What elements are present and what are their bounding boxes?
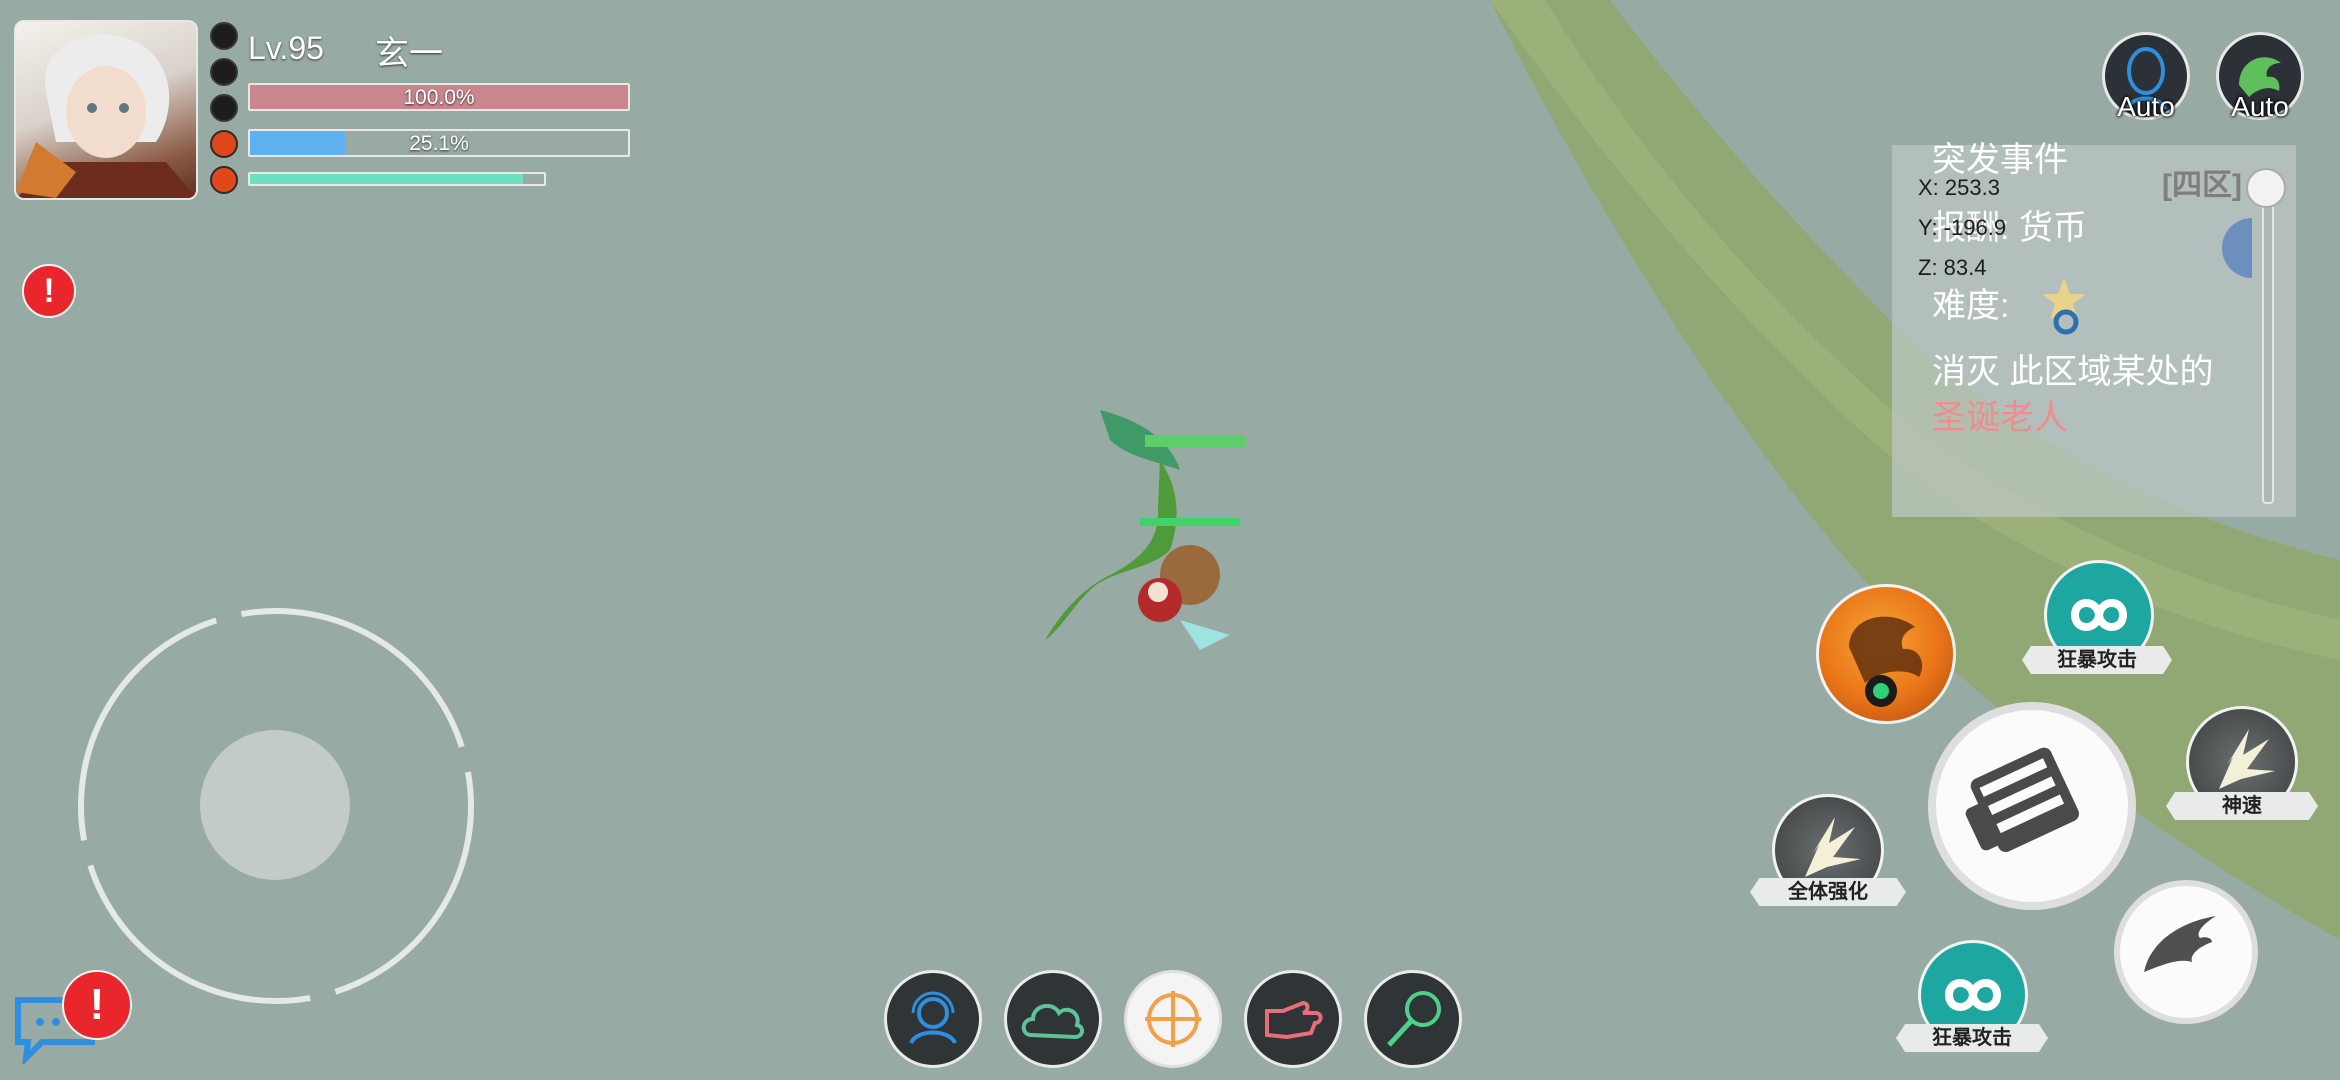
- gesture-button[interactable]: [1244, 970, 1342, 1068]
- chat-alert-icon: !: [62, 970, 132, 1040]
- event-zone: [四区]: [2162, 169, 2242, 202]
- coord-x: X: 253.3: [1918, 175, 2000, 200]
- quest-alert-icon[interactable]: !: [22, 264, 76, 318]
- player-level: Lv.95: [248, 30, 324, 66]
- support-icon: [909, 991, 957, 1045]
- hp-bar-text: 100.0%: [403, 86, 475, 109]
- event-scrollbar[interactable]: [2262, 170, 2274, 504]
- player-name: 玄一: [375, 35, 443, 73]
- event-scroll-handle[interactable]: [2246, 168, 2286, 208]
- coordinates-readout: X: 253.3 Y: -196.9 Z: 83.4: [1918, 168, 2006, 288]
- difficulty-star-icon: [2042, 278, 2086, 335]
- target-button[interactable]: [1124, 970, 1222, 1068]
- wing-icon: [2144, 916, 2216, 972]
- auto-move-label: Auto: [2117, 91, 2175, 122]
- skill-tiger-button[interactable]: [1816, 584, 1956, 724]
- auto-move-button[interactable]: Auto: [2102, 32, 2190, 122]
- auto-battle-label: Auto: [2231, 91, 2289, 122]
- mp-bar: 25.1%: [248, 129, 630, 157]
- skill-berserk-label-1: 狂暴攻击: [2022, 646, 2172, 674]
- status-slot-1: [210, 22, 238, 50]
- fist-icon: [1965, 747, 2079, 853]
- coord-z: Z: 83.4: [1918, 255, 1987, 280]
- net-icon: [1387, 991, 1441, 1047]
- event-target: 圣诞老人: [1932, 399, 2068, 437]
- player-portrait[interactable]: [14, 20, 198, 200]
- mp-bar-text: 25.1%: [409, 132, 469, 155]
- support-button[interactable]: [884, 970, 982, 1068]
- auto-battle-button[interactable]: Auto: [2216, 32, 2304, 122]
- status-slot-3: [210, 94, 238, 122]
- target-icon: [1145, 991, 1201, 1047]
- event-description: 消灭 此区域某处的: [1932, 353, 2214, 391]
- tiger-icon: [1849, 616, 1923, 707]
- coord-y: Y: -196.9: [1918, 215, 2007, 240]
- status-slot-2: [210, 58, 238, 86]
- skill-berserk-label-2: 狂暴攻击: [1896, 1024, 2048, 1052]
- skill-speed-label: 神速: [2166, 792, 2318, 820]
- status-slot-4: [210, 130, 238, 158]
- status-slot-5: [210, 166, 238, 194]
- gesture-icon: [1265, 1000, 1323, 1040]
- player-character: [1045, 410, 1245, 650]
- hp-bar: 100.0%: [248, 83, 630, 111]
- dash-button[interactable]: [2114, 880, 2258, 1024]
- exp-bar-fill: [250, 174, 524, 184]
- joystick-knob[interactable]: [200, 730, 350, 880]
- exp-bar: [248, 172, 546, 186]
- cloud-icon: [1021, 1003, 1084, 1040]
- skill-buff-all-label: 全体强化: [1750, 878, 1906, 906]
- attack-button[interactable]: [1928, 702, 2136, 910]
- net-button[interactable]: [1364, 970, 1462, 1068]
- weather-button[interactable]: [1004, 970, 1102, 1068]
